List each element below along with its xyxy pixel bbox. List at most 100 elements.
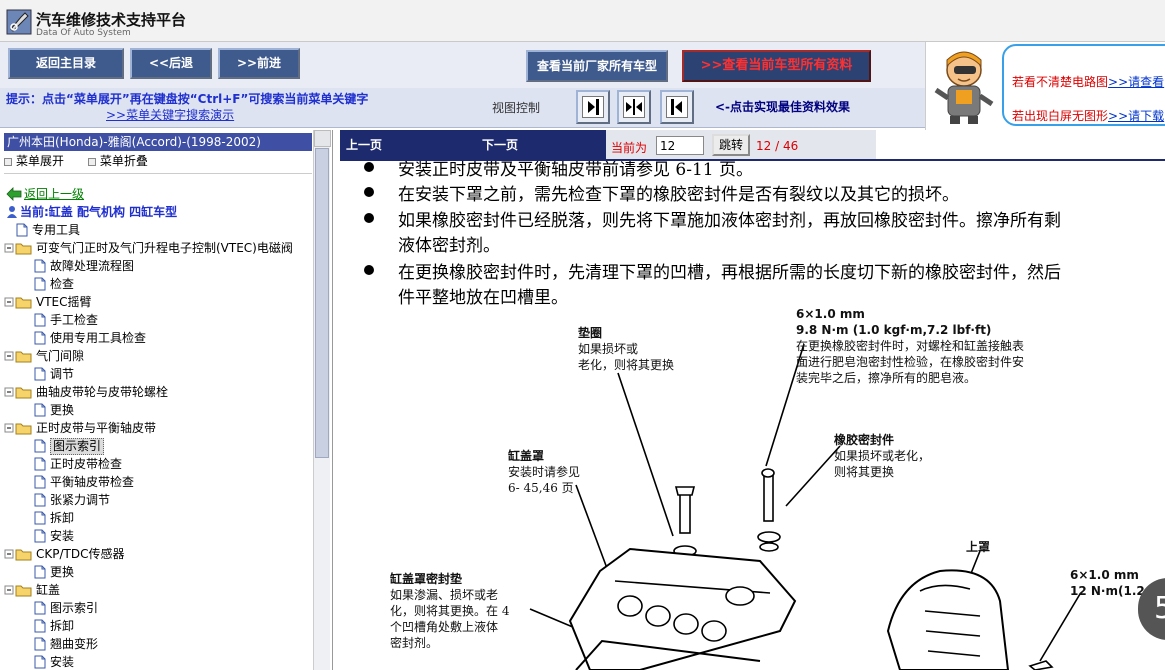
tree-item[interactable]: 更换 (4, 401, 312, 419)
tree-item[interactable]: 更换 (4, 563, 312, 581)
view-full-content-button[interactable] (660, 90, 694, 124)
person-icon (7, 206, 17, 218)
split-arrows-icon (626, 99, 642, 115)
folder-icon (4, 549, 32, 561)
square-icon (87, 158, 96, 166)
scroll-up-button[interactable] (314, 130, 331, 147)
document-icon (34, 619, 46, 633)
document-icon (34, 601, 46, 615)
scroll-thumb[interactable] (315, 148, 329, 458)
arrow-right-icon (588, 99, 599, 115)
forward-button[interactable]: >>前进 (218, 48, 300, 79)
tree-item[interactable]: 张紧力调节 (4, 491, 312, 509)
title-bar: 汽车维修技术支持平台 Data Of Auto System (0, 0, 1165, 42)
tree-item[interactable]: 调节 (4, 365, 312, 383)
tree-scrollbar[interactable] (313, 130, 331, 670)
document-icon (34, 259, 46, 273)
next-page-button[interactable]: 下一页 (482, 136, 518, 153)
tree-item[interactable]: 平衡轴皮带检查 (4, 473, 312, 491)
page-jump-bar: 当前为 跳转 12 / 46 (606, 130, 876, 159)
page-nav-bar: 上一页 下一页 (340, 130, 606, 159)
square-icon (4, 158, 12, 166)
mechanic-mascot-icon (934, 51, 994, 124)
promo-callout: 若看不清楚电路图>>请查看 若出现白屏无图形>>请下载 (1002, 44, 1165, 126)
tree-item[interactable]: 专用工具 (4, 221, 312, 239)
blank-screen-tip: 若出现白屏无图形>>请下载 (1012, 109, 1165, 123)
unclear-diagram-tip: 若看不清楚电路图>>请查看 (1012, 75, 1165, 89)
tree-folder[interactable]: 气门间隙 (4, 347, 312, 365)
tree-folder[interactable]: 可变气门正时及气门升程电子控制(VTEC)电磁阀 (4, 239, 312, 257)
document-page: 安装正时皮带及平衡轴皮带前请参见 6-11 页。 在安装下罩之前，需先检查下罩的… (340, 161, 1165, 670)
document-icon (16, 223, 28, 237)
menu-ops: 菜单展开 菜单折叠 (4, 152, 312, 172)
folder-icon (4, 423, 32, 435)
tree-item[interactable]: 使用专用工具检查 (4, 329, 312, 347)
document-icon (34, 367, 46, 381)
tree-folder[interactable]: VTEC摇臂 (4, 293, 312, 311)
back-level-item[interactable]: 返回上一级 (4, 185, 312, 203)
document-icon (34, 511, 46, 525)
view-left-panel-button[interactable] (576, 90, 610, 124)
tree-folder[interactable]: 缸盖 (4, 581, 312, 599)
cover-gasket-callout: 缸盖罩密封垫 如果渗漏、损坏或老 化，则将其更换。在 4 个凹槽角处敷上液体 密… (390, 572, 510, 650)
folder-icon (4, 585, 32, 597)
tree-folder[interactable]: 正时皮带与平衡轴皮带 (4, 419, 312, 437)
tree-item[interactable]: 图示索引 (4, 437, 312, 455)
search-demo-link[interactable]: >>菜单关键字搜索演示 (106, 106, 234, 123)
hint-bar: 提示：点击“菜单展开”再在键盘按“Ctrl+F”可搜索当前菜单关键字 >>菜单关… (0, 88, 925, 128)
main-toolbar: 返回主目录 <<后退 >>前进 查看当前厂家所有车型 >>查看当前车型所有资料 (0, 42, 925, 88)
divider (4, 173, 312, 174)
tree-item[interactable]: 图示索引 (4, 599, 312, 617)
gasket-callout: 垫圈 如果损坏或 老化，则将其更换 (578, 326, 675, 372)
folder-icon (4, 351, 32, 363)
tree-item[interactable]: 翘曲变形 (4, 635, 312, 653)
document-icon (34, 493, 46, 507)
folder-icon (4, 297, 32, 309)
tree-item[interactable]: 正时皮带检查 (4, 455, 312, 473)
current-location: 当前:缸盖 配气机构 四缸车型 (4, 203, 312, 221)
app-logo-icon (6, 9, 32, 35)
rubber-seal-callout: 橡胶密封件 如果损坏或老化， 则将其更换 (834, 433, 931, 479)
tree-folder[interactable]: 曲轴皮带轮与皮带轮螺栓 (4, 383, 312, 401)
menu-expand-button[interactable]: 菜单展开 (4, 152, 74, 169)
tree-item[interactable]: 安装 (4, 527, 312, 545)
folder-icon (4, 243, 32, 255)
best-effect-hint: <-点击实现最佳资料效果 (715, 100, 851, 114)
help-promo: 若看不清楚电路图>>请查看 若出现白屏无图形>>请下载 (925, 42, 1165, 130)
tree-item[interactable]: 安装 (4, 653, 312, 670)
folder-icon (4, 387, 32, 399)
all-maker-models-button[interactable]: 查看当前厂家所有车型 (526, 50, 668, 82)
tree-item[interactable]: 拆卸 (4, 509, 312, 527)
home-button[interactable]: 返回主目录 (8, 48, 124, 79)
document-icon (34, 637, 46, 651)
document-icon (34, 439, 46, 453)
goto-page-button[interactable]: 跳转 (712, 134, 750, 156)
page-number-input[interactable] (656, 136, 704, 155)
document-icon (34, 565, 46, 579)
page-count: 12 / 46 (756, 139, 799, 153)
document-icon (34, 403, 46, 417)
back-button[interactable]: <<后退 (130, 48, 212, 79)
tree-item[interactable]: 拆卸 (4, 617, 312, 635)
document-icon (34, 529, 46, 543)
view-split-button[interactable] (617, 90, 651, 124)
document-icon (34, 655, 46, 669)
document-icon (34, 277, 46, 291)
tree-item[interactable]: 手工检查 (4, 311, 312, 329)
document-icon (34, 313, 46, 327)
download-link[interactable]: >>请下载 (1108, 109, 1164, 123)
menu-tree: 返回上一级 当前:缸盖 配气机构 四缸车型 专用工具 可变气门正时及气门升程电子控… (4, 185, 312, 670)
current-page-label: 当前为 (611, 141, 648, 155)
arrow-left-icon (671, 99, 682, 115)
upper-cover-label: 上罩 (966, 540, 991, 554)
menu-collapse-button[interactable]: 菜单折叠 (87, 152, 158, 169)
tree-item[interactable]: 检查 (4, 275, 312, 293)
tree-folder[interactable]: CKP/TDC传感器 (4, 545, 312, 563)
page-navigator: 上一页 下一页 当前为 跳转 12 / 46 (340, 130, 1165, 161)
all-model-docs-button[interactable]: >>查看当前车型所有资料 (682, 50, 871, 82)
car-model-title: 广州本田(Honda)-雅阁(Accord)-(1998-2002) (4, 133, 312, 151)
tree-item[interactable]: 故障处理流程图 (4, 257, 312, 275)
search-hint: 提示：点击“菜单展开”再在键盘按“Ctrl+F”可搜索当前菜单关键字 (6, 92, 369, 106)
prev-page-button[interactable]: 上一页 (346, 136, 382, 153)
view-guide-link[interactable]: >>请查看 (1108, 75, 1164, 89)
